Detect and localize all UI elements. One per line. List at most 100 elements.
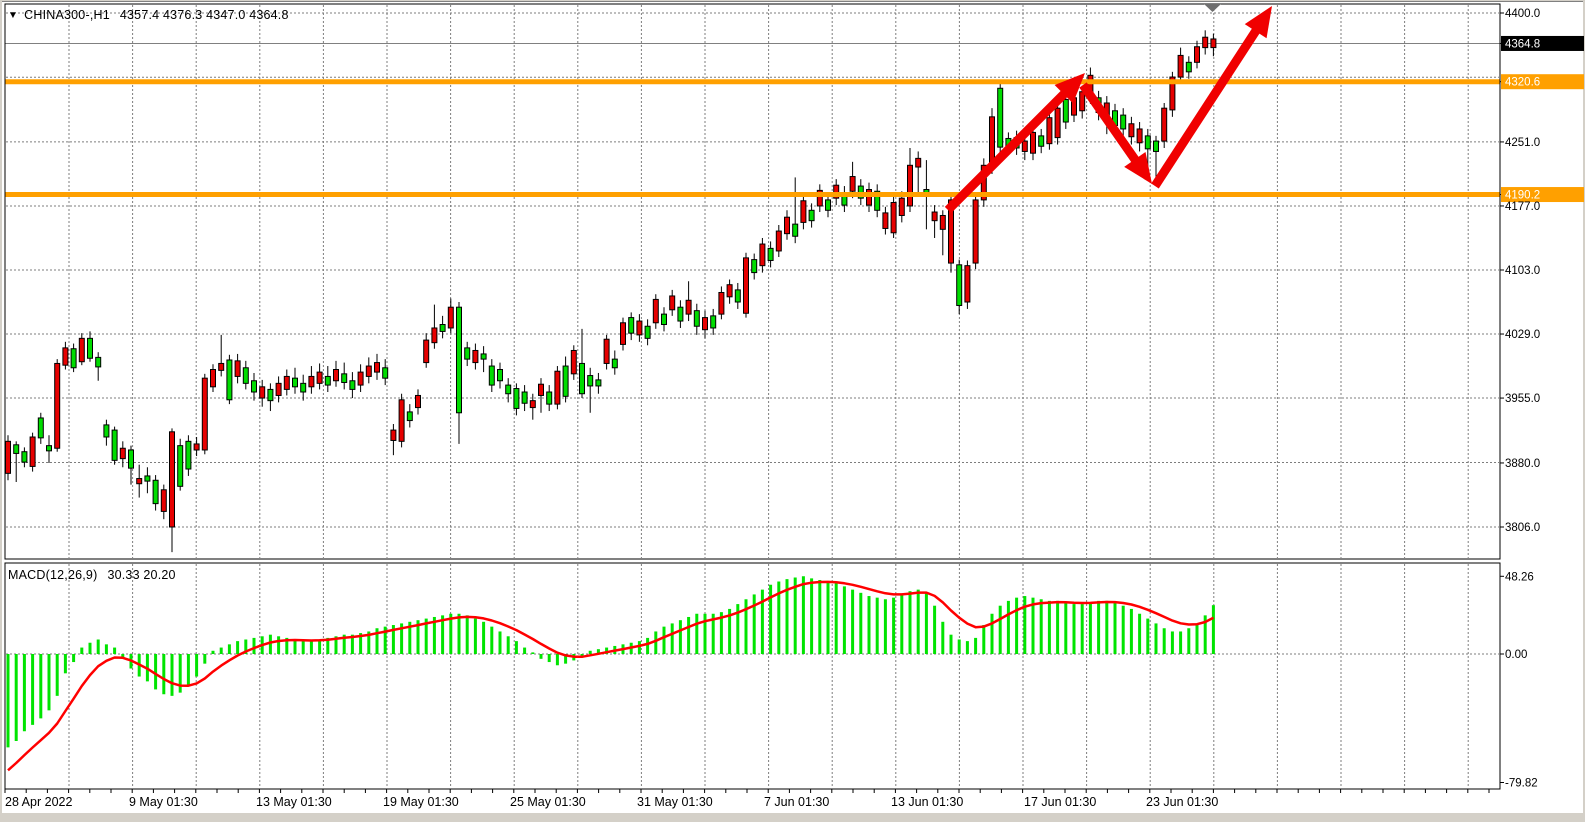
candle-body: [662, 314, 667, 324]
candle-body: [473, 350, 478, 362]
candle-body: [645, 326, 650, 338]
macd-values: 30.33 20.20: [107, 568, 175, 582]
time-axis-label: 7 Jun 01:30: [764, 795, 829, 809]
candle-body: [96, 357, 101, 367]
candle-body: [481, 354, 486, 359]
candle-body: [1039, 136, 1044, 146]
candle-body: [883, 213, 888, 229]
candle-body: [63, 348, 68, 365]
candle-body: [530, 401, 535, 408]
candle-body: [1047, 118, 1052, 144]
candle-body: [916, 158, 921, 167]
candle-body: [137, 479, 142, 484]
candle-body: [252, 381, 257, 392]
candle-body: [227, 360, 232, 400]
candle-body: [358, 372, 363, 385]
candle-body: [457, 307, 462, 413]
candle-body: [235, 361, 240, 377]
candle-body: [957, 265, 962, 306]
time-axis[interactable]: 28 Apr 20229 May 01:3013 May 01:3019 May…: [5, 789, 1489, 809]
candle-body: [1022, 141, 1027, 151]
candle-body: [317, 372, 322, 383]
macd-pane-border: [5, 563, 1500, 789]
candle-body: [276, 383, 281, 395]
candle-body: [973, 200, 978, 263]
candle-body: [153, 480, 158, 503]
candle-body: [219, 363, 224, 370]
candlestick-series: [6, 30, 1216, 552]
candle-body: [785, 217, 790, 233]
candle-body: [1211, 39, 1216, 48]
trend-arrows[interactable]: [948, 6, 1272, 210]
candle-body: [268, 389, 273, 400]
candle-body: [325, 376, 330, 385]
candle-body: [243, 368, 248, 384]
candle-body: [309, 376, 314, 386]
candle-body: [202, 378, 207, 450]
price-tag-label: 4190.2: [1505, 190, 1540, 202]
time-axis-label: 9 May 01:30: [129, 795, 198, 809]
candle-body: [539, 384, 544, 395]
price-tag-label: 4364.8: [1505, 38, 1540, 50]
time-axis-label: 13 Jun 01:30: [891, 795, 963, 809]
candle-body: [580, 363, 585, 393]
candle-body: [1154, 141, 1159, 151]
price-axis-label: 3806.0: [1505, 522, 1540, 534]
candle-body: [596, 380, 601, 386]
candle-body: [366, 366, 371, 376]
candle-body: [55, 363, 60, 448]
candle-body: [350, 381, 355, 390]
ohlc-values: 4357.4 4376.3 4347.0 4364.8: [120, 8, 289, 22]
price-axis-label: 4177.0: [1505, 201, 1540, 213]
candle-body: [1195, 47, 1200, 63]
chart-canvas[interactable]: 4400.04364.84320.64251.04190.24177.04103…: [0, 0, 1585, 822]
time-axis-label: 19 May 01:30: [383, 795, 459, 809]
candle-body: [14, 445, 19, 454]
price-axis[interactable]: 4400.04364.84320.64251.04190.24177.04103…: [1500, 8, 1584, 790]
candle-body: [522, 392, 527, 403]
price-tag-label: 4320.6: [1505, 77, 1540, 89]
candle-body: [1055, 108, 1060, 137]
candle-body: [571, 350, 576, 373]
price-axis-label: 4251.0: [1505, 137, 1540, 149]
candle-body: [604, 339, 609, 363]
candle-body: [1145, 136, 1150, 149]
candle-body: [514, 389, 519, 409]
candle-body: [768, 248, 773, 260]
time-axis-label: 28 Apr 2022: [5, 795, 72, 809]
candle-body: [563, 366, 568, 396]
chart-title: ▼CHINA300-,H14357.4 4376.3 4347.0 4364.8: [8, 8, 289, 22]
symbol-period-label: CHINA300-,H1: [24, 8, 110, 22]
candle-body: [621, 323, 626, 345]
candle-body: [1031, 132, 1036, 153]
candle-body: [161, 490, 166, 512]
candle-body: [719, 292, 724, 314]
candle-body: [1186, 62, 1191, 72]
candle-body: [735, 290, 740, 302]
candle-body: [703, 318, 708, 330]
candle-body: [809, 210, 814, 220]
candle-body: [899, 198, 904, 215]
candle-body: [79, 338, 84, 361]
candle-body: [965, 266, 970, 302]
candle-body: [1137, 129, 1142, 143]
trend-arrow-shaft[interactable]: [948, 90, 1068, 210]
candle-body: [178, 446, 183, 487]
macd-indicator-label: MACD(12,26,9)30.33 20.20: [8, 568, 176, 582]
candle-body: [891, 203, 896, 233]
candle-body: [1121, 115, 1126, 129]
time-axis-label: 31 May 01:30: [637, 795, 713, 809]
time-axis-label: 17 Jun 01:30: [1024, 795, 1096, 809]
candle-body: [793, 224, 798, 236]
candle-body: [170, 432, 175, 527]
candle-body: [47, 446, 52, 451]
candle-body: [1080, 92, 1085, 111]
macd-axis-label: 48.26: [1505, 571, 1534, 583]
candle-body: [38, 418, 43, 438]
candle-body: [407, 412, 412, 421]
candle-body: [1203, 37, 1208, 47]
candle-body: [940, 215, 945, 229]
price-axis-label: 4103.0: [1505, 265, 1540, 277]
candle-body: [186, 441, 191, 469]
candle-body: [1178, 55, 1183, 77]
